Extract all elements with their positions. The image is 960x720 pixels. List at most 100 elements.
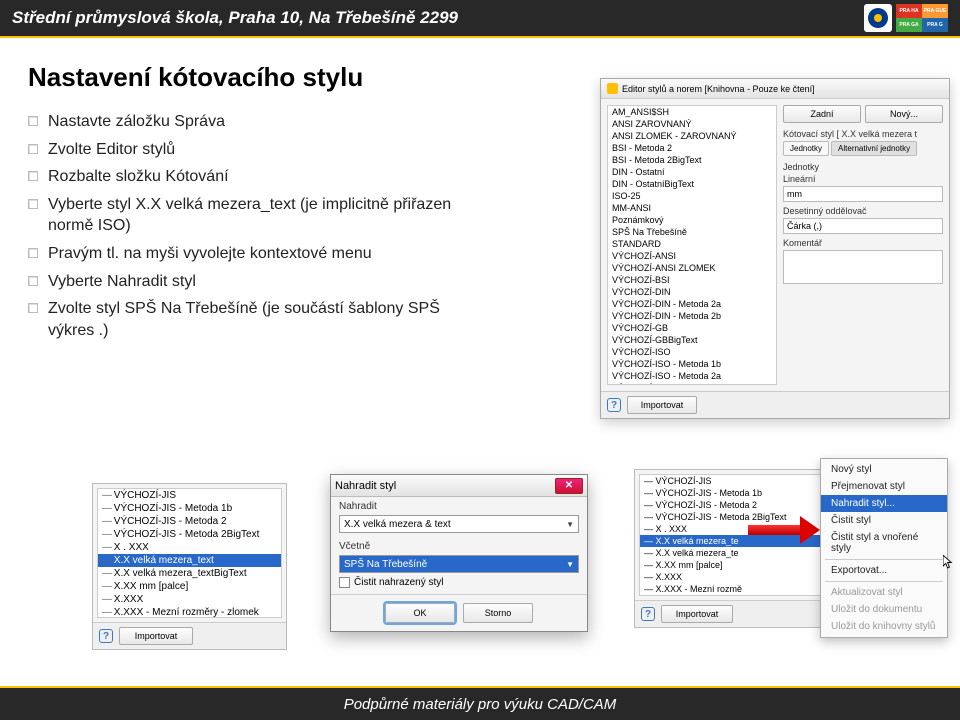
list-item[interactable]: STANDARD [608, 238, 776, 250]
dialog-titlebar[interactable]: Editor stylů a norem [Knihovna - Pouze k… [601, 79, 949, 99]
comment-label: Komentář [783, 238, 943, 248]
menu-item[interactable]: Čistit styl [821, 512, 947, 529]
help-icon[interactable]: ? [641, 607, 655, 621]
list-item[interactable]: DIN - OstatníBigText [608, 178, 776, 190]
menu-item[interactable]: Čistit styl a vnořené styly [821, 529, 947, 557]
list-item[interactable]: — X.X velká mezera_te [640, 547, 824, 559]
list-item[interactable]: AM_ANSI$SH [608, 106, 776, 118]
tab-alt-units[interactable]: Alternativní jednotky [831, 141, 917, 156]
replace-combo[interactable]: X.X velká mezera & text▼ [339, 515, 579, 533]
import-button[interactable]: Importovat [661, 605, 733, 623]
new-button[interactable]: Nový... [865, 105, 943, 123]
list-item[interactable]: DIN - Ostatní [608, 166, 776, 178]
list-item[interactable]: — VÝCHOZÍ-JIS [98, 489, 281, 502]
style-editor-dialog: Editor stylů a norem [Knihovna - Pouze k… [600, 78, 950, 419]
instruction-item: Vyberte styl X.X velká mezera_text (je i… [28, 194, 488, 237]
header-bar: Střední průmyslová škola, Praha 10, Na T… [0, 0, 960, 36]
instruction-item: Nastavte záložku Správa [28, 111, 488, 133]
list-item[interactable]: ANSI ZLOMEK - ZAROVNANÝ [608, 130, 776, 142]
tab-units[interactable]: Jednotky [783, 141, 829, 156]
list-item[interactable]: — X.X velká mezera_text [98, 554, 281, 567]
bullet-icon [28, 303, 38, 313]
list-item[interactable]: — VÝCHOZÍ-JIS [640, 475, 824, 487]
bullet-icon [28, 199, 38, 209]
list-item[interactable]: — VÝCHOZÍ-JIS - Metoda 2BigText [98, 528, 281, 541]
menu-item[interactable]: Nový styl [821, 461, 947, 478]
list-item[interactable]: — VÝCHOZÍ-JIS - Metoda 1b [640, 487, 824, 499]
menu-separator [825, 559, 943, 560]
bullet-icon [28, 116, 38, 126]
list-item[interactable]: ANSI ZAROVNANÝ [608, 118, 776, 130]
ok-button[interactable]: OK [385, 603, 455, 623]
list-item[interactable]: VÝCHOZÍ-ISO - Metoda 1b [608, 358, 776, 370]
close-icon[interactable]: ✕ [555, 478, 583, 494]
list-item[interactable]: — X . XXX [98, 541, 281, 554]
linear-label: Lineární [783, 174, 943, 184]
list-item[interactable]: VÝCHOZÍ-ISO - Metoda 2b [608, 382, 776, 385]
sps-logo [864, 4, 892, 32]
list-item[interactable]: VÝCHOZÍ-ISO [608, 346, 776, 358]
chevron-down-icon: ▼ [566, 560, 574, 569]
chevron-down-icon: ▼ [566, 520, 574, 529]
list-item[interactable]: — VÝCHOZÍ-JIS - Metoda 2 [98, 515, 281, 528]
import-button[interactable]: Importovat [627, 396, 697, 414]
list-item[interactable]: — X.XX mm [palce] [640, 559, 824, 571]
cancel-button[interactable]: Storno [463, 603, 533, 623]
list-item[interactable]: Poznámkový [608, 214, 776, 226]
list-item[interactable]: — VÝCHOZÍ-JIS - Metoda 1b [98, 502, 281, 515]
instruction-text: Nastavte záložku Správa [48, 111, 225, 133]
list-item[interactable]: VÝCHOZÍ-DIN [608, 286, 776, 298]
list-item[interactable]: BSI - Metoda 2BigText [608, 154, 776, 166]
dialog-title: Nahradit styl [335, 480, 396, 492]
list-item[interactable]: — X.XX mm [palce] [98, 580, 281, 593]
replace-label: Nahradit [339, 501, 579, 512]
bullet-icon [28, 248, 38, 258]
list-item[interactable]: VÝCHOZÍ-DIN - Metoda 2a [608, 298, 776, 310]
menu-item[interactable]: Přejmenovat styl [821, 478, 947, 495]
help-icon[interactable]: ? [607, 398, 621, 412]
bullet-icon [28, 144, 38, 154]
praha-logo: PRA HAPRA GUE PRA GAPRA G [896, 4, 948, 32]
list-item[interactable]: — X.XXX - Mezní rozmě [640, 583, 824, 595]
list-item[interactable]: VÝCHOZÍ-GBBigText [608, 334, 776, 346]
instruction-text: Vyberte styl X.X velká mezera_text (je i… [48, 194, 488, 237]
comment-textarea[interactable] [783, 250, 943, 284]
list-item[interactable]: — X.XXX [640, 571, 824, 583]
instruction-item: Zvolte styl SPŠ Na Třebešíně (je součást… [28, 298, 488, 341]
decimal-section-label: Desetinný oddělovač [783, 206, 943, 216]
with-label: Včetně [339, 541, 579, 552]
list-item[interactable]: — X.XXX - Mezní rozměry - zlomek [98, 606, 281, 618]
decimal-field[interactable]: Čárka (,) [783, 218, 943, 234]
footer-text: Podpůrné materiály pro výuku CAD/CAM [344, 696, 617, 713]
footer-bar: Podpůrné materiály pro výuku CAD/CAM [0, 688, 960, 720]
list-item[interactable]: VÝCHOZÍ-BSI [608, 274, 776, 286]
style-tree-panel-left: — VÝCHOZÍ-JIS— VÝCHOZÍ-JIS - Metoda 1b— … [92, 483, 287, 650]
list-item[interactable]: BSI - Metoda 2 [608, 142, 776, 154]
import-button[interactable]: Importovat [119, 627, 193, 645]
list-item[interactable]: VÝCHOZÍ-ANSI [608, 250, 776, 262]
list-item[interactable]: — VÝCHOZÍ-JIS - Metoda 2 [640, 499, 824, 511]
menu-item[interactable]: Nahradit styl... [821, 495, 947, 512]
linear-field[interactable]: mm [783, 186, 943, 202]
list-item[interactable]: — X.XXX [98, 593, 281, 606]
clean-checkbox[interactable] [339, 577, 350, 588]
list-item[interactable]: ISO-25 [608, 190, 776, 202]
instruction-text: Zvolte Editor stylů [48, 139, 175, 161]
style-tree-list[interactable]: — VÝCHOZÍ-JIS— VÝCHOZÍ-JIS - Metoda 1b— … [97, 488, 282, 618]
back-button[interactable]: Zadní [783, 105, 861, 123]
current-style-label: Kótovací styl [ X.X velká mezera t [783, 129, 943, 139]
list-item[interactable]: VÝCHOZÍ-ANSI ZLOMEK [608, 262, 776, 274]
menu-item[interactable]: Exportovat... [821, 562, 947, 579]
list-item[interactable]: VÝCHOZÍ-GB [608, 322, 776, 334]
list-item[interactable]: VÝCHOZÍ-ISO - Metoda 2a [608, 370, 776, 382]
list-item[interactable]: — X.X velká mezera_textBigText [98, 567, 281, 580]
help-icon[interactable]: ? [99, 629, 113, 643]
context-menu[interactable]: Nový stylPřejmenovat stylNahradit styl..… [820, 458, 948, 638]
list-item[interactable]: VÝCHOZÍ-DIN - Metoda 2b [608, 310, 776, 322]
bullet-icon [28, 276, 38, 286]
style-list[interactable]: AM_ANSI$SHANSI ZAROVNANÝANSI ZLOMEK - ZA… [607, 105, 777, 385]
list-item[interactable]: SPŠ Na Třebešíně [608, 226, 776, 238]
dialog-titlebar[interactable]: Nahradit styl ✕ [331, 475, 587, 497]
list-item[interactable]: MM-ANSI [608, 202, 776, 214]
with-combo[interactable]: SPŠ Na Třebešíně▼ [339, 555, 579, 573]
